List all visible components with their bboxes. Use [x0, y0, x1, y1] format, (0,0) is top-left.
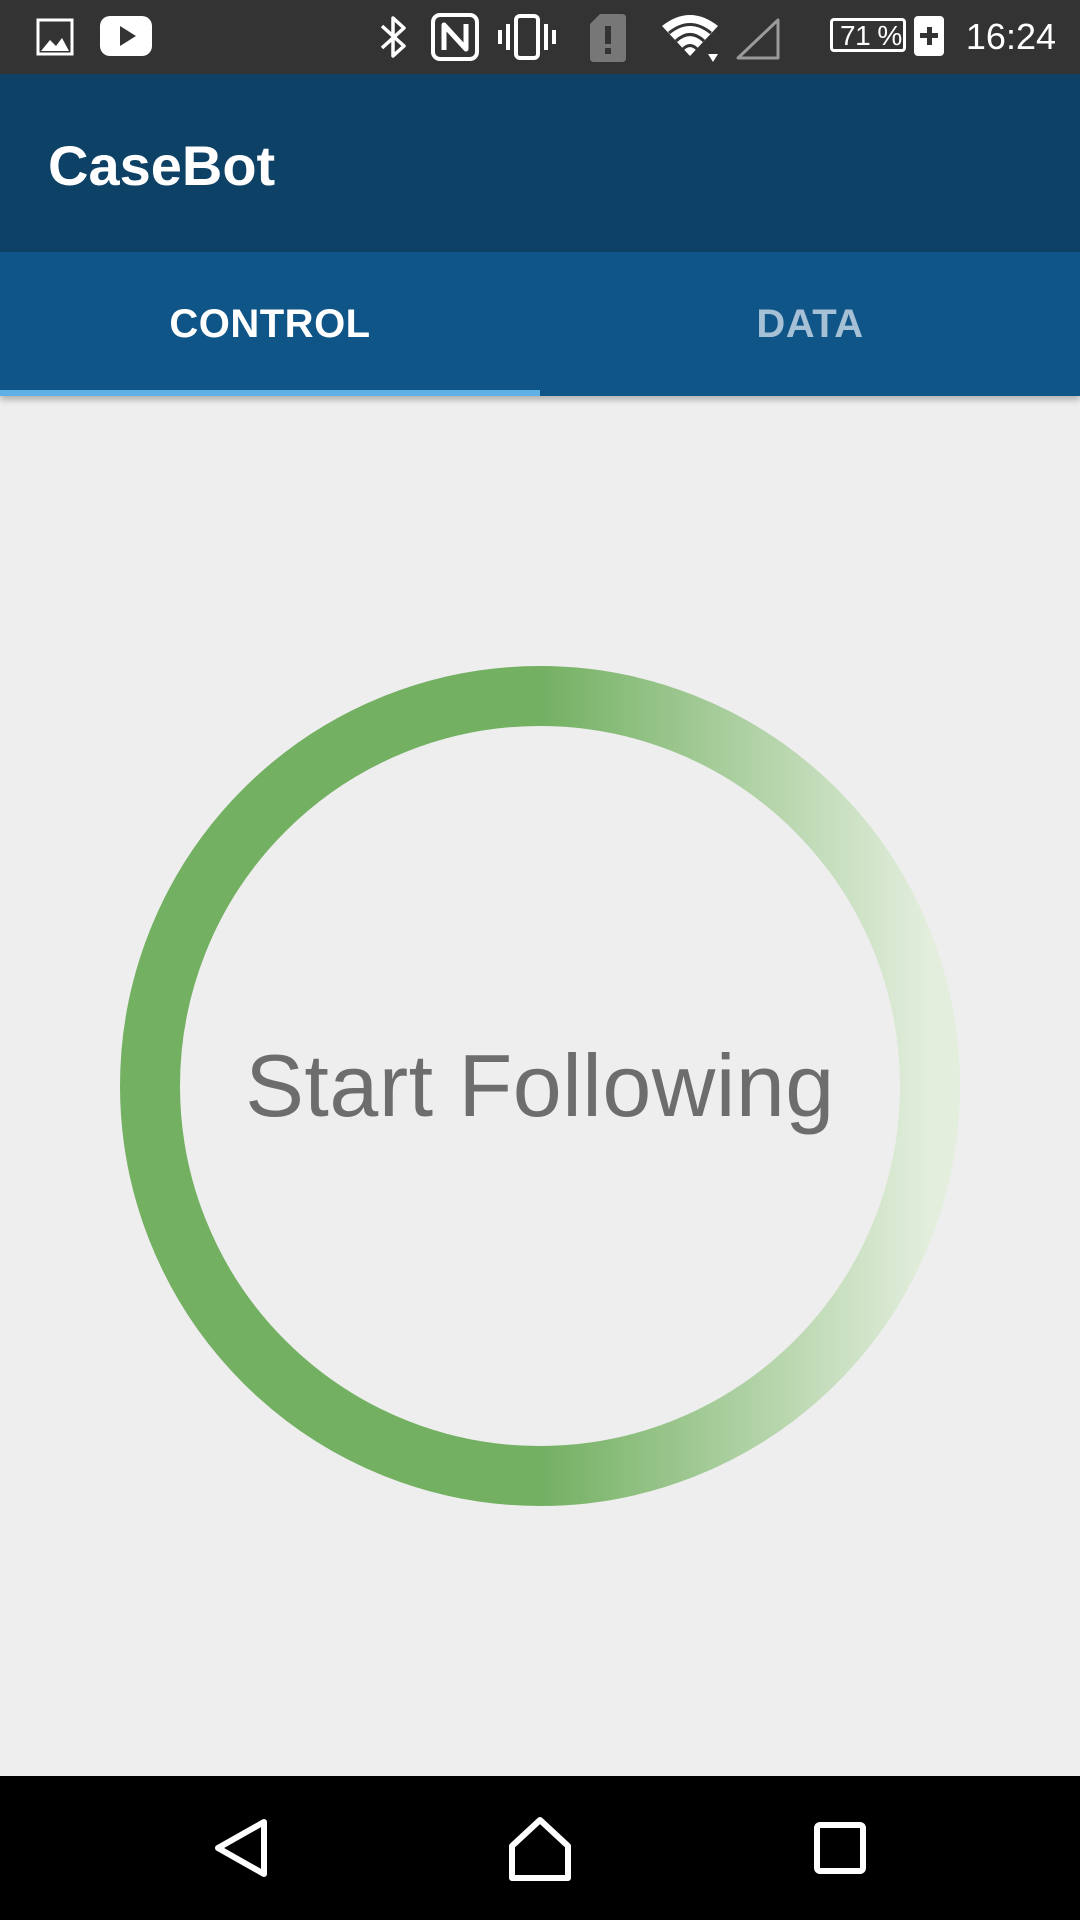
- app-title: CaseBot: [48, 134, 276, 197]
- app-bar: CaseBot: [0, 74, 1080, 252]
- battery-charging-icon: 71 %: [830, 16, 944, 58]
- home-icon[interactable]: [500, 1808, 580, 1888]
- sim-alert-icon: [590, 14, 626, 62]
- wifi-icon: [662, 15, 718, 62]
- status-bar: 71 % 16:24: [0, 0, 1080, 74]
- tab-data[interactable]: DATA: [540, 252, 1080, 396]
- status-time: 16:24: [965, 16, 1056, 57]
- gallery-icon: [36, 18, 74, 56]
- vibrate-icon: [498, 14, 556, 60]
- start-following-button[interactable]: Start Following: [120, 666, 960, 1506]
- tab-selected-indicator: [0, 390, 540, 396]
- tab-control[interactable]: CONTROL: [0, 252, 540, 396]
- tab-data-label: DATA: [756, 301, 864, 346]
- start-following-label: Start Following: [245, 1036, 835, 1135]
- tab-control-label: CONTROL: [169, 301, 371, 346]
- battery-percent: 71 %: [840, 20, 902, 51]
- back-icon[interactable]: [202, 1808, 282, 1888]
- recents-icon[interactable]: [800, 1808, 880, 1888]
- bluetooth-icon: [380, 16, 406, 58]
- tab-bar: CONTROL DATA: [0, 252, 1080, 396]
- navigation-bar: [0, 1776, 1080, 1920]
- signal-icon: [736, 18, 780, 60]
- youtube-icon: [100, 16, 152, 56]
- control-panel: Start Following: [0, 396, 1080, 1776]
- nfc-icon: [431, 13, 479, 61]
- charging-plus-icon: [914, 16, 944, 56]
